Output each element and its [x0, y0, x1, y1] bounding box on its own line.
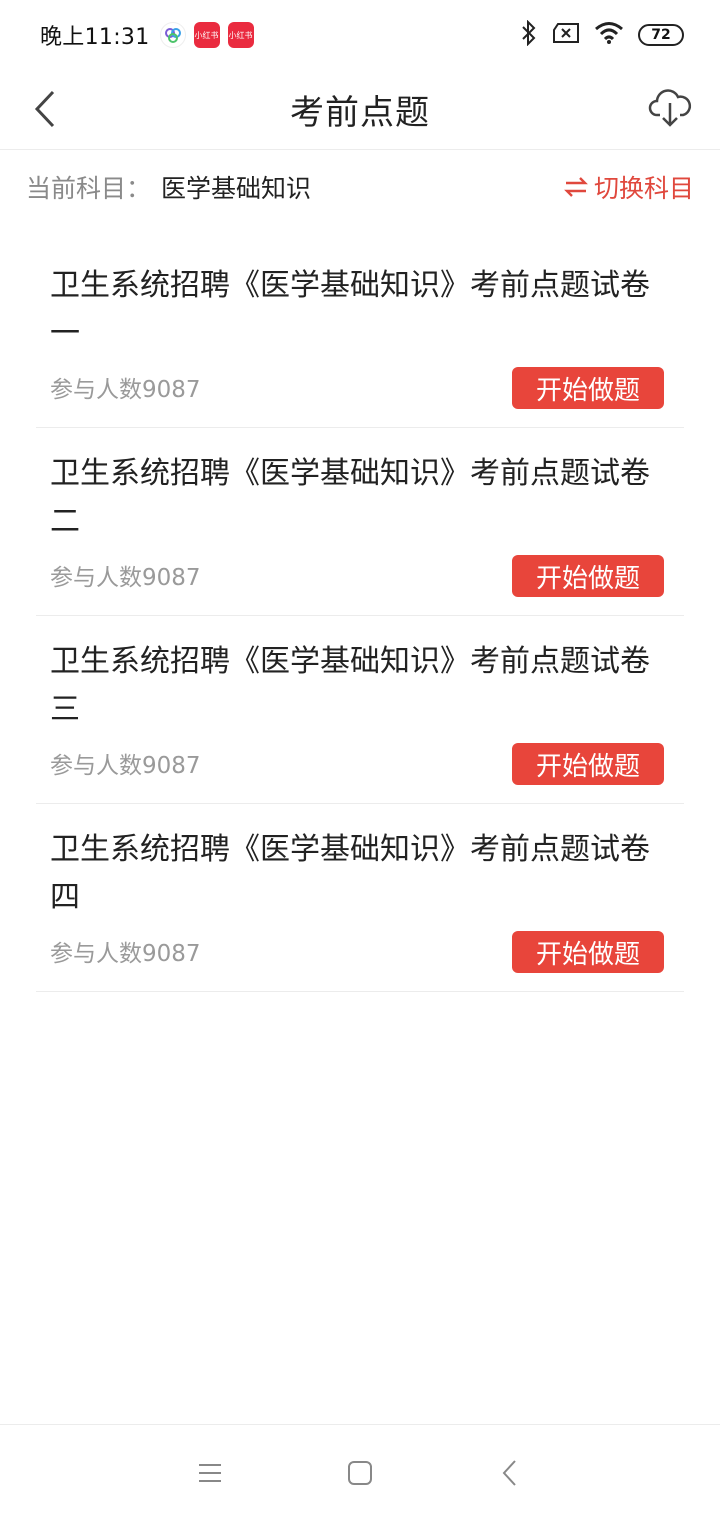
switch-subject-button[interactable]: 切换科目	[564, 169, 694, 205]
chevron-left-icon	[34, 90, 55, 128]
list-item[interactable]: 卫生系统招聘《医学基础知识》考前点题试卷三 参与人数9087 开始做题	[36, 616, 684, 804]
status-right: 72	[520, 19, 684, 50]
list-item[interactable]: 卫生系统招聘《医学基础知识》考前点题试卷四 参与人数9087 开始做题	[36, 804, 684, 992]
list-item[interactable]: 卫生系统招聘《医学基础知识》考前点题试卷二 参与人数9087 开始做题	[36, 428, 684, 616]
wifi-icon	[594, 21, 624, 49]
subject-label: 当前科目：	[26, 174, 152, 203]
back-icon	[502, 1459, 516, 1486]
status-bar: 晚上11:31 小红书 小红书 72	[0, 0, 720, 70]
system-nav-bar	[0, 1424, 720, 1520]
download-button[interactable]	[646, 82, 694, 134]
subject-value: 医学基础知识	[161, 174, 312, 203]
page-title: 考前点题	[290, 93, 430, 133]
bluetooth-icon	[520, 19, 538, 50]
switch-subject-label: 切换科目	[593, 174, 694, 203]
home-icon	[348, 1460, 372, 1485]
status-app-icons: 小红书 小红书	[159, 22, 254, 48]
start-button[interactable]: 开始做题	[512, 367, 664, 409]
start-button[interactable]: 开始做题	[512, 555, 664, 597]
status-time: 晚上11:31	[40, 25, 150, 50]
xiaohongshu-icon: 小红书	[193, 22, 220, 48]
paper-title: 卫生系统招聘《医学基础知识》考前点题试卷一	[50, 268, 650, 351]
paper-title: 卫生系统招聘《医学基础知识》考前点题试卷三	[50, 644, 650, 727]
battery-indicator: 72	[638, 24, 684, 46]
home-button[interactable]	[285, 1443, 435, 1503]
paper-list: 卫生系统招聘《医学基础知识》考前点题试卷一 参与人数9087 开始做题 卫生系统…	[36, 240, 684, 992]
participant-count: 参与人数9087	[50, 377, 201, 403]
cloud-download-icon	[648, 89, 692, 127]
app-notification-icon	[159, 22, 186, 48]
nav-bar: 考前点题	[0, 70, 720, 150]
menu-icon	[199, 1463, 221, 1482]
paper-title: 卫生系统招聘《医学基础知识》考前点题试卷四	[50, 832, 650, 915]
start-button[interactable]: 开始做题	[512, 931, 664, 973]
paper-title: 卫生系统招聘《医学基础知识》考前点题试卷二	[50, 456, 650, 539]
start-button[interactable]: 开始做题	[512, 743, 664, 785]
system-back-button[interactable]	[435, 1443, 585, 1503]
participant-count: 参与人数9087	[50, 753, 201, 779]
back-button[interactable]	[28, 84, 62, 134]
no-sim-icon	[552, 22, 580, 48]
participant-count: 参与人数9087	[50, 941, 201, 967]
swap-icon	[564, 177, 588, 197]
xiaohongshu-icon: 小红书	[227, 22, 254, 48]
current-subject-row: 当前科目： 医学基础知识 切换科目	[0, 150, 720, 224]
list-item[interactable]: 卫生系统招聘《医学基础知识》考前点题试卷一 参与人数9087 开始做题	[36, 240, 684, 428]
participant-count: 参与人数9087	[50, 565, 201, 591]
menu-button[interactable]	[135, 1443, 285, 1503]
